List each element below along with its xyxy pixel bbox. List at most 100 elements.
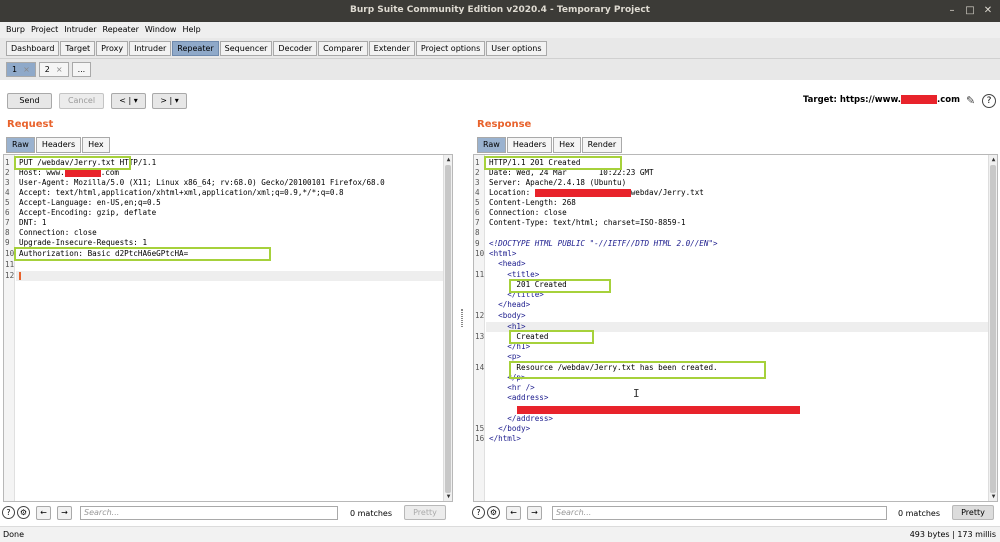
- menu-window[interactable]: Window: [142, 22, 180, 38]
- response-line: Location: webdav/Jerry.txt: [489, 188, 704, 198]
- maximize-icon[interactable]: □: [964, 5, 976, 17]
- response-line: </head>: [489, 300, 531, 309]
- back-button[interactable]: < | ▾: [111, 93, 146, 109]
- response-stats: 493 bytes | 173 millis: [909, 530, 996, 539]
- response-line: <hr />: [489, 383, 535, 392]
- tab-user-options[interactable]: User options: [486, 41, 547, 56]
- line-number: 3: [475, 178, 480, 187]
- location-suffix: webdav/Jerry.txt: [630, 188, 704, 197]
- redacted-block: [901, 95, 938, 104]
- request-search-bar: ? ⚙ ← → Search... 0 matches Pretty: [0, 503, 460, 523]
- gear-icon[interactable]: ⚙: [17, 506, 30, 519]
- tab-repeater[interactable]: Repeater: [172, 41, 219, 56]
- request-scrollbar[interactable]: ▲ ▼: [443, 155, 452, 501]
- help-icon[interactable]: ?: [472, 506, 485, 519]
- tab-project-options[interactable]: Project options: [415, 41, 486, 56]
- response-line: <!DOCTYPE HTML PUBLIC "-//IETF//DTD HTML…: [489, 239, 718, 248]
- response-search-input[interactable]: Search...: [552, 506, 887, 520]
- menu-project[interactable]: Project: [28, 22, 61, 38]
- repeater-tab-2[interactable]: 2 ×: [38, 62, 69, 77]
- divider-grip[interactable]: [461, 309, 463, 327]
- request-line-8: Connection: close: [19, 228, 97, 237]
- new-tab-button[interactable]: ...: [71, 62, 92, 77]
- highlight-box: [509, 330, 594, 344]
- previous-match-button[interactable]: ←: [506, 506, 521, 520]
- line-number: 4: [475, 188, 480, 197]
- response-tab-render[interactable]: Render: [581, 137, 623, 153]
- request-tab-headers[interactable]: Headers: [35, 137, 82, 153]
- response-editor[interactable]: 1 HTTP/1.1 201 Created 2 Date: Wed, 24 Mar …: [473, 154, 998, 502]
- scroll-up-icon[interactable]: ▲: [444, 155, 452, 164]
- request-search-input[interactable]: Search...: [80, 506, 338, 520]
- response-line: Content-Length: 268: [489, 198, 576, 207]
- line-number: 14: [475, 363, 485, 372]
- forward-label: >: [160, 96, 167, 105]
- scroll-down-icon[interactable]: ▼: [444, 492, 452, 501]
- line-number: 9: [475, 239, 480, 248]
- tab-proxy[interactable]: Proxy: [96, 41, 129, 56]
- help-icon[interactable]: ?: [982, 94, 996, 108]
- split-divider[interactable]: [459, 112, 465, 524]
- menu-bar: Burp Project Intruder Repeater Window Help: [0, 22, 1000, 38]
- request-tab-hex[interactable]: Hex: [82, 137, 110, 153]
- next-match-button[interactable]: →: [527, 506, 542, 520]
- target-prefix: Target: https://www.: [802, 95, 902, 105]
- forward-button[interactable]: > | ▾: [152, 93, 187, 109]
- help-icon[interactable]: ?: [2, 506, 15, 519]
- tab-target[interactable]: Target: [60, 41, 96, 56]
- line-number: 6: [475, 208, 480, 217]
- menu-help[interactable]: Help: [179, 22, 203, 38]
- response-line: Content-Type: text/html; charset=ISO-885…: [489, 218, 686, 227]
- previous-match-button[interactable]: ←: [36, 506, 51, 520]
- pencil-icon[interactable]: ✎: [966, 94, 975, 107]
- next-match-button[interactable]: →: [57, 506, 72, 520]
- minimize-icon[interactable]: –: [946, 5, 958, 17]
- tab-intruder[interactable]: Intruder: [129, 41, 172, 56]
- status-text: Done: [3, 530, 25, 539]
- status-bar: Done 493 bytes | 173 millis: [0, 526, 1000, 542]
- menu-intruder[interactable]: Intruder: [61, 22, 99, 38]
- request-line-4: Accept: text/html,application/xhtml+xml,…: [19, 188, 344, 197]
- repeater-tab-label: 1: [12, 65, 18, 74]
- request-tab-raw[interactable]: Raw: [6, 137, 35, 153]
- tab-dashboard[interactable]: Dashboard: [6, 41, 60, 56]
- request-editor[interactable]: 1 PUT /webdav/Jerry.txt HTTP/1.1 2 Host: w…: [3, 154, 453, 502]
- response-tab-hex[interactable]: Hex: [553, 137, 581, 153]
- response-line: </address>: [489, 414, 554, 423]
- toolbar: Send Cancel < | ▾ > | ▾ Target: https://…: [0, 80, 1000, 118]
- line-number: 10: [475, 249, 485, 258]
- redacted-block: [64, 169, 101, 177]
- line-number: 13: [475, 332, 485, 341]
- menu-burp[interactable]: Burp: [3, 22, 28, 38]
- tab-extender[interactable]: Extender: [368, 41, 415, 56]
- close-tab-icon[interactable]: ×: [23, 65, 30, 74]
- cancel-button[interactable]: Cancel: [59, 93, 104, 109]
- tab-decoder[interactable]: Decoder: [273, 41, 318, 56]
- scroll-up-icon[interactable]: ▲: [989, 155, 997, 164]
- menu-repeater[interactable]: Repeater: [100, 22, 142, 38]
- pretty-button[interactable]: Pretty: [952, 505, 994, 520]
- response-line: <html>: [489, 249, 517, 258]
- gear-icon[interactable]: ⚙: [487, 506, 500, 519]
- scroll-down-icon[interactable]: ▼: [989, 492, 997, 501]
- request-line-7: DNT: 1: [19, 218, 47, 227]
- line-number: 15: [475, 424, 485, 433]
- close-icon[interactable]: ✕: [982, 5, 994, 17]
- close-tab-icon[interactable]: ×: [56, 65, 63, 74]
- response-tab-headers[interactable]: Headers: [506, 137, 553, 153]
- response-tab-raw[interactable]: Raw: [477, 137, 506, 153]
- response-line: <address>: [489, 393, 549, 402]
- window-title: Burp Suite Community Edition v2020.4 - T…: [350, 5, 650, 15]
- send-button[interactable]: Send: [7, 93, 52, 109]
- scroll-thumb[interactable]: [990, 165, 996, 493]
- repeater-tab-1[interactable]: 1 ×: [6, 62, 36, 77]
- response-line: </html>: [489, 434, 522, 443]
- match-count: 0 matches: [350, 509, 393, 518]
- pretty-button[interactable]: Pretty: [404, 505, 446, 520]
- line-number: 12: [475, 311, 485, 320]
- tab-sequencer[interactable]: Sequencer: [219, 41, 273, 56]
- response-scrollbar[interactable]: ▲ ▼: [988, 155, 997, 501]
- repeater-tabs: 1 × 2 × ...: [0, 58, 1000, 80]
- scroll-thumb[interactable]: [445, 165, 451, 493]
- tab-comparer[interactable]: Comparer: [318, 41, 368, 56]
